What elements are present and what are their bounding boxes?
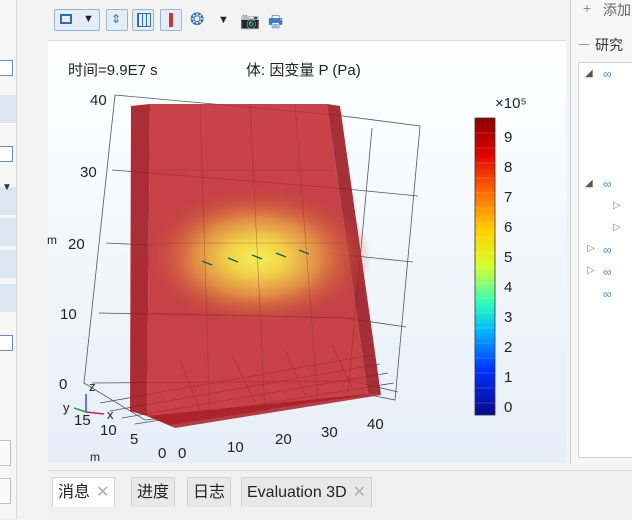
tab-label: 消息 xyxy=(58,484,91,501)
panel-button[interactable] xyxy=(0,440,11,466)
expand-arrow-icon[interactable]: ▷ xyxy=(587,265,595,276)
expand-arrow-icon[interactable]: ◢ xyxy=(585,178,593,189)
tab-evaluation-3d[interactable]: Evaluation 3D ✕ xyxy=(241,477,373,507)
expression-label: 体: 因变量 P (Pa) xyxy=(246,62,361,79)
close-icon[interactable]: ✕ xyxy=(353,484,366,501)
expand-arrow-icon[interactable]: ▷ xyxy=(613,222,621,233)
study-node-icon[interactable]: ∞ xyxy=(603,177,612,191)
time-label: 时间=9.9E7 s xyxy=(68,62,158,79)
study-node-icon[interactable]: ∞ xyxy=(603,243,612,257)
left-panel-strip: ▼ xyxy=(0,0,17,519)
close-icon[interactable]: ✕ xyxy=(96,484,109,501)
panel-icon[interactable] xyxy=(0,146,13,162)
study-node-icon[interactable]: ∞ xyxy=(603,67,612,81)
study-node-icon[interactable]: ∞ xyxy=(603,287,612,301)
graphics-canvas[interactable]: 时间=9.9E7 s 体: 因变量 P (Pa) xyxy=(48,40,604,463)
left-panel-row[interactable] xyxy=(0,95,16,123)
study-node-icon[interactable]: ∞ xyxy=(603,265,612,279)
tab-messages[interactable]: 消息 ✕ xyxy=(52,477,116,507)
grid-icon xyxy=(137,13,151,27)
expand-arrow-icon[interactable]: ◢ xyxy=(585,68,593,79)
render-options-icon[interactable]: ❂ xyxy=(190,10,204,30)
left-panel-row[interactable] xyxy=(0,218,16,246)
study-tree: ◢ ∞ ◢ ∞ ▷ ▷ ▷ ∞ ▷ ∞ ∞ xyxy=(578,62,632,458)
bar-icon xyxy=(169,13,173,27)
tab-label: 进度 xyxy=(137,484,170,501)
axis-icon: ⇕ xyxy=(111,12,122,26)
tab-label: Evaluation 3D xyxy=(247,484,347,501)
dropdown-arrow-icon[interactable]: ▼ xyxy=(2,182,12,193)
tab-label: 日志 xyxy=(193,484,226,501)
scene-dropdown-button[interactable]: ▼ xyxy=(54,9,100,31)
camera-icon[interactable]: 📷 xyxy=(240,11,260,31)
bottom-tab-bar: 消息 ✕ 进度 日志 Evaluation 3D ✕ xyxy=(48,470,632,520)
panel-icon[interactable] xyxy=(0,60,13,76)
tab-progress[interactable]: 进度 xyxy=(131,477,176,507)
expand-arrow-icon[interactable]: ▷ xyxy=(587,243,595,254)
tab-log[interactable]: 日志 xyxy=(187,477,232,507)
panel-icon[interactable] xyxy=(0,335,13,351)
graphics-toolbar: ▼ ⇕ ❂ ▼ 📷 🖶 xyxy=(48,0,568,40)
divider xyxy=(579,44,589,45)
grid-toggle-button[interactable] xyxy=(132,9,154,31)
transparency-button[interactable] xyxy=(160,9,182,31)
chevron-down-icon[interactable]: ▼ xyxy=(218,14,229,26)
add-icon[interactable]: + xyxy=(583,0,591,16)
chevron-down-icon: ▼ xyxy=(83,13,94,25)
add-study-label[interactable]: 添加 xyxy=(603,0,631,20)
axis-view-button[interactable]: ⇕ xyxy=(106,9,128,31)
expand-arrow-icon[interactable]: ▷ xyxy=(613,200,621,211)
left-panel-row[interactable] xyxy=(0,284,16,312)
box-view-icon xyxy=(60,14,72,24)
left-panel-row[interactable] xyxy=(0,250,16,278)
panel-button[interactable] xyxy=(0,478,11,504)
print-icon[interactable]: 🖶 xyxy=(268,11,283,38)
study-section-label: 研究 xyxy=(595,37,623,53)
